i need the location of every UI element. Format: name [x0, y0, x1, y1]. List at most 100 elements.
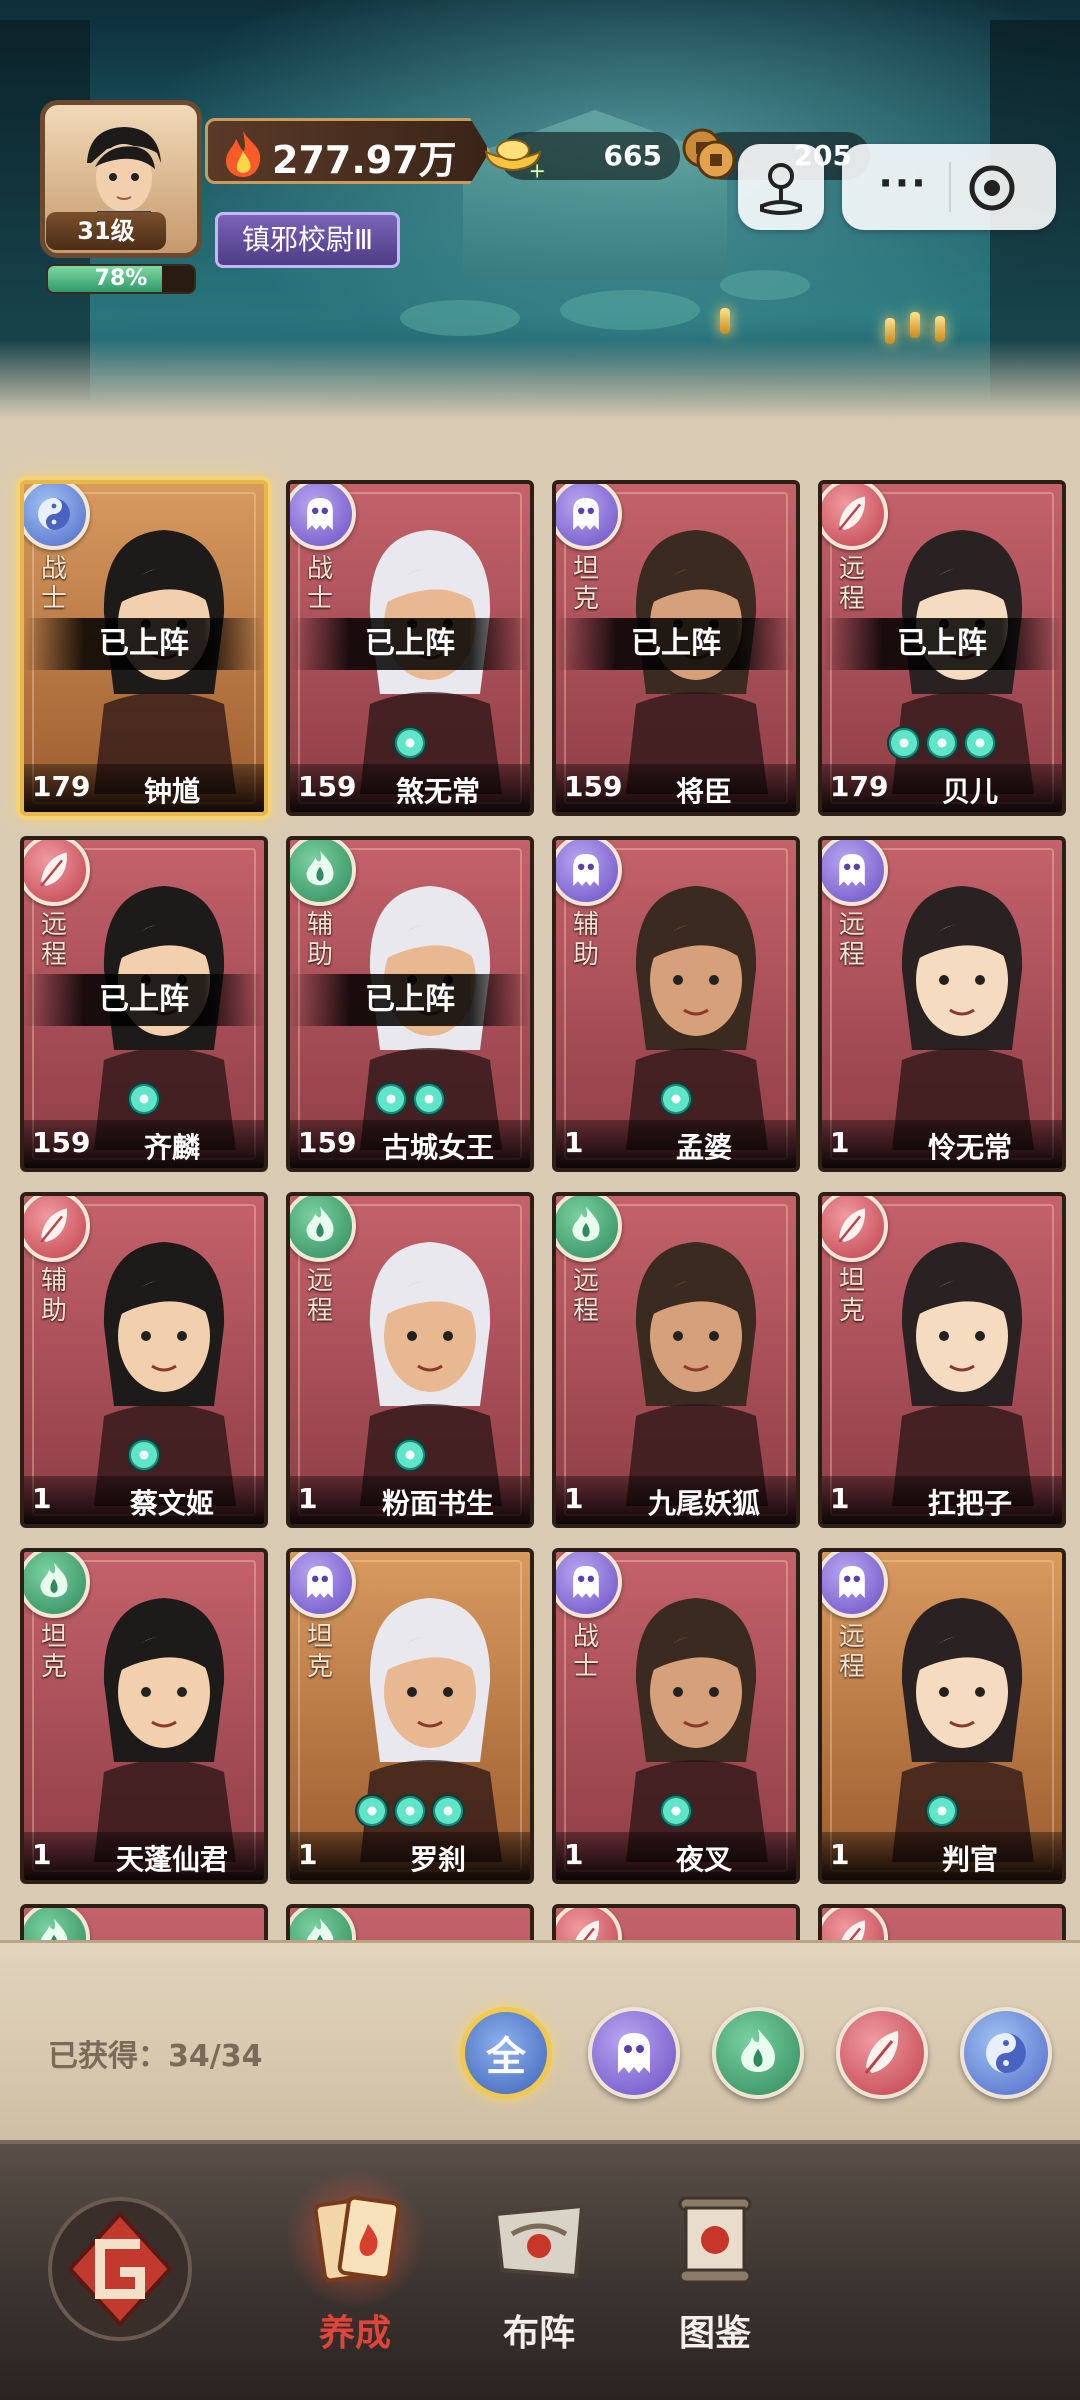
- nav-codex-tab[interactable]: 图鉴: [640, 2184, 790, 2374]
- hero-card-partial[interactable]: [552, 1904, 800, 1940]
- rank-star-icon: [412, 1082, 446, 1116]
- hero-card[interactable]: 辅助 已上阵 159 古城女王: [286, 836, 534, 1172]
- star-rank: [290, 1438, 530, 1476]
- hero-card[interactable]: 远程 1 粉面书生: [286, 1192, 534, 1528]
- filter-panel: 已获得：34/34 全: [0, 1940, 1080, 2140]
- hero-card[interactable]: 战士 1 夜叉: [552, 1548, 800, 1884]
- card-level: 1: [564, 1482, 584, 1515]
- card-name-bar: 1 孟婆: [556, 1120, 796, 1168]
- star-rank: [290, 1082, 530, 1120]
- hero-card-partial[interactable]: [818, 1904, 1066, 1940]
- rank-star-icon: [374, 1082, 408, 1116]
- hero-card[interactable]: 辅助 1 蔡文姬: [20, 1192, 268, 1528]
- close-target-icon[interactable]: [964, 160, 1020, 216]
- filter-ghost-button[interactable]: [588, 2007, 680, 2099]
- element-badge: [290, 1908, 356, 1940]
- card-name-bar: 1 天蓬仙君: [24, 1832, 264, 1880]
- card-name-bar: 159 煞无常: [290, 764, 530, 812]
- rank-star-icon: [355, 1794, 389, 1828]
- hero-card[interactable]: 战士 已上阵 159 煞无常: [286, 480, 534, 816]
- element-badge: [556, 1908, 622, 1940]
- card-name-bar: 159 齐麟: [24, 1120, 264, 1168]
- card-name-bar: 1 蔡文姬: [24, 1476, 264, 1524]
- exp-bar: 78%: [46, 264, 196, 294]
- combat-power: 277.97万: [205, 118, 490, 184]
- hero-card[interactable]: 坦克 1 扛把子: [818, 1192, 1066, 1528]
- candle-icon: [720, 308, 730, 334]
- hero-card[interactable]: 远程 已上阵 179 贝儿: [818, 480, 1066, 816]
- card-level: 1: [830, 1482, 850, 1515]
- hero-card[interactable]: 辅助 1 孟婆: [552, 836, 800, 1172]
- card-name: 将臣: [675, 775, 732, 808]
- hero-portrait: [94, 1598, 236, 1862]
- card-name: 贝儿: [941, 775, 998, 808]
- rank-star-icon: [393, 1794, 427, 1828]
- star-rank: [822, 1794, 1062, 1832]
- filter-wind-button[interactable]: [712, 2007, 804, 2099]
- role-label: 远程: [40, 910, 67, 970]
- collection-count: 已获得：34/34: [48, 2039, 263, 2074]
- candle-icon: [910, 312, 920, 338]
- nav-develop-tab[interactable]: 养成: [280, 2164, 430, 2374]
- card-level: 1: [564, 1838, 584, 1871]
- card-level: 179: [32, 770, 91, 803]
- star-rank: [290, 726, 530, 764]
- bottom-nav: 养成 布阵 图鉴: [0, 2140, 1080, 2400]
- card-name-bar: 179 钟馗: [24, 764, 264, 812]
- hero-card[interactable]: 坦克 1 罗刹: [286, 1548, 534, 1884]
- formation-icon: [493, 2203, 585, 2279]
- gold-ingot-icon: +: [484, 139, 546, 180]
- rank-star-icon: [887, 726, 921, 760]
- hero-card[interactable]: 战士 已上阵 179 钟馗: [20, 480, 268, 816]
- stepping-stone: [400, 300, 520, 336]
- role-label: 战士: [572, 1622, 599, 1682]
- yin-yang-icon: [38, 498, 70, 530]
- role-label: 坦克: [306, 1622, 333, 1682]
- wind-flame-icon: [572, 1206, 600, 1242]
- hero-card[interactable]: 远程 已上阵 159 齐麟: [20, 836, 268, 1172]
- card-name-bar: 1 判官: [822, 1832, 1062, 1880]
- star-rank: [556, 1082, 796, 1120]
- hero-card[interactable]: 远程 1 九尾妖狐: [552, 1192, 800, 1528]
- card-name: 夜叉: [675, 1843, 732, 1876]
- role-label: 远程: [838, 910, 865, 970]
- card-level: 159: [298, 770, 357, 803]
- card-name-bar: 1 粉面书生: [290, 1476, 530, 1524]
- yin-yang-icon: [986, 2033, 1026, 2073]
- feather-flame-icon: [40, 852, 67, 887]
- candle-icon: [935, 316, 945, 342]
- stepping-stone: [560, 290, 700, 330]
- card-level: 1: [564, 1126, 584, 1159]
- ghost-icon: [307, 1566, 333, 1598]
- rank-title-badge[interactable]: 镇邪校尉Ⅲ: [215, 212, 400, 268]
- more-icon[interactable]: ···: [858, 144, 948, 230]
- card-name-bar: 1 九尾妖狐: [556, 1476, 796, 1524]
- hero-card[interactable]: 远程 1 怜无常: [818, 836, 1066, 1172]
- rank-star-icon: [659, 1794, 693, 1828]
- role-label: 坦克: [838, 1266, 865, 1326]
- hero-card[interactable]: 远程 1 判官: [818, 1548, 1066, 1884]
- hero-card-partial[interactable]: [20, 1904, 268, 1940]
- rank-star-icon: [393, 1438, 427, 1472]
- card-level: 1: [32, 1838, 52, 1871]
- card-level: 1: [298, 1482, 318, 1515]
- hero-card[interactable]: 坦克 已上阵 159 将臣: [552, 480, 800, 816]
- nav-formation-tab[interactable]: 布阵: [464, 2184, 614, 2374]
- hero-card[interactable]: 坦克 1 天蓬仙君: [20, 1548, 268, 1884]
- ghost-icon: [573, 1566, 599, 1598]
- filter-fire-button[interactable]: [836, 2007, 928, 2099]
- joystick-button[interactable]: [738, 144, 824, 230]
- filter-all-button[interactable]: 全: [460, 2007, 552, 2099]
- card-name: 钟馗: [143, 775, 200, 808]
- ghost-icon: [573, 854, 599, 886]
- card-name: 齐麟: [143, 1131, 200, 1164]
- rank-star-icon: [393, 726, 427, 760]
- wind-flame-icon: [40, 1562, 68, 1598]
- scroll-icon: [678, 2196, 752, 2284]
- game-logo-icon[interactable]: [30, 2184, 210, 2354]
- player-level: 31级: [46, 212, 166, 250]
- hero-card-partial[interactable]: [286, 1904, 534, 1940]
- filter-yin-button[interactable]: [960, 2007, 1052, 2099]
- feather-flame-icon: [864, 2031, 899, 2074]
- wind-flame-icon: [40, 1918, 68, 1940]
